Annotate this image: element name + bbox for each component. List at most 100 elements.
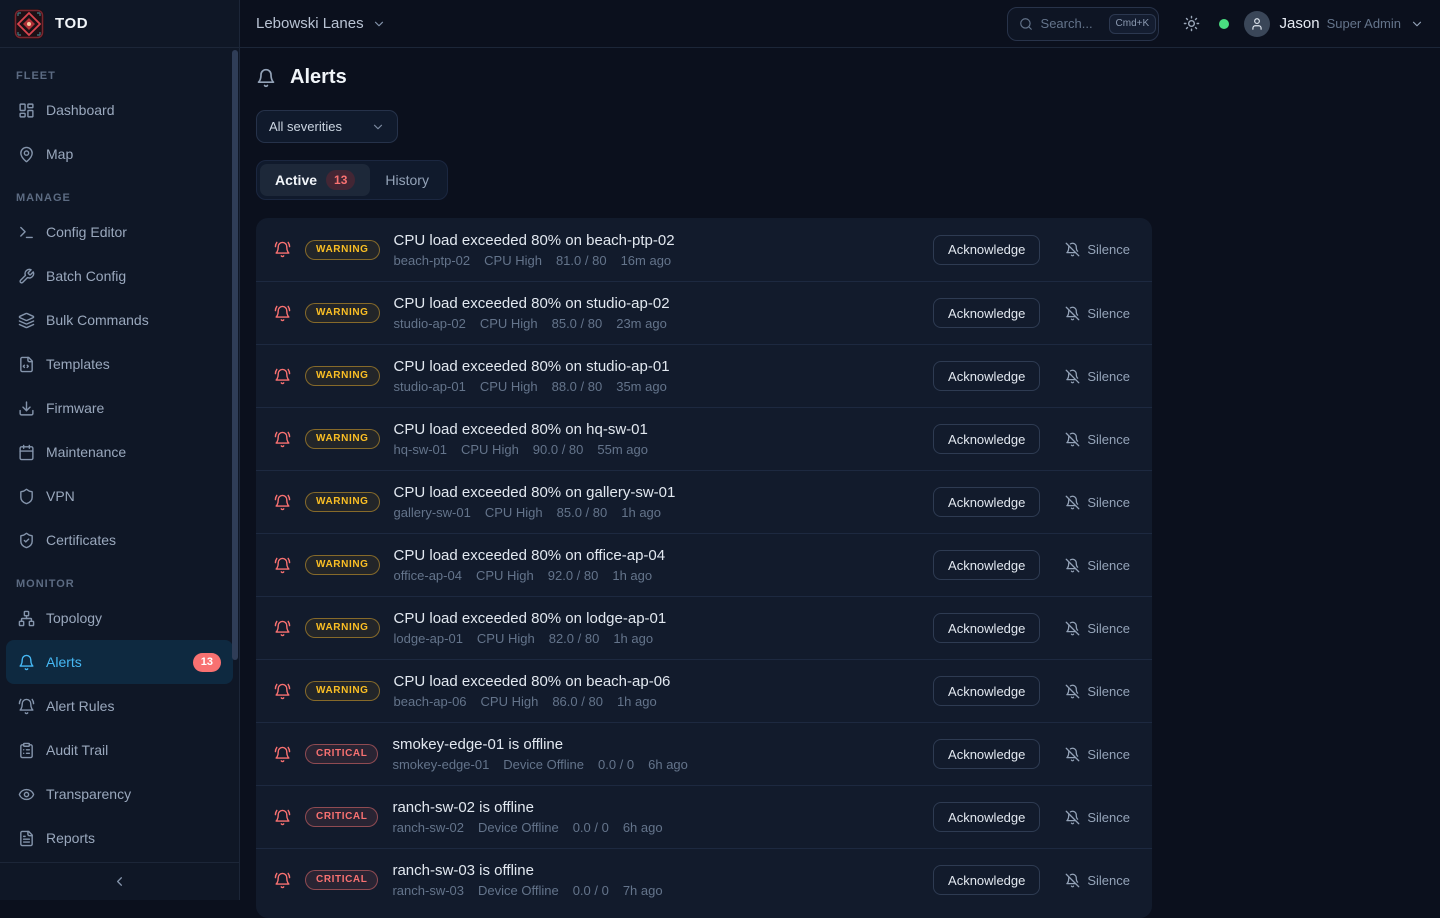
- tab-active-count-badge: 13: [326, 170, 355, 190]
- sidebar-item-reports[interactable]: Reports: [6, 816, 233, 860]
- alert-row: WARNING CPU load exceeded 80% on office-…: [256, 533, 1152, 596]
- bell-ring-icon: [274, 683, 291, 700]
- acknowledge-button[interactable]: Acknowledge: [933, 298, 1040, 328]
- alert-value: 86.0 / 80: [552, 694, 603, 709]
- silence-button[interactable]: Silence: [1059, 428, 1136, 451]
- alert-row: CRITICAL ranch-sw-02 is offline ranch-sw…: [256, 785, 1152, 848]
- acknowledge-button[interactable]: Acknowledge: [933, 550, 1040, 580]
- silence-button[interactable]: Silence: [1059, 680, 1136, 703]
- alerts-tabs: Active 13 History: [256, 160, 448, 200]
- bell-icon: [18, 654, 35, 671]
- alert-time: 1h ago: [621, 505, 661, 520]
- sidebar-item-alert-rules[interactable]: Alert Rules: [6, 684, 233, 728]
- severity-badge: CRITICAL: [305, 744, 378, 764]
- alert-text: ranch-sw-02 is offline ranch-sw-02 Devic…: [392, 799, 662, 835]
- user-avatar[interactable]: [1244, 11, 1270, 37]
- alert-meta: beach-ap-06 CPU High 86.0 / 80 1h ago: [394, 694, 671, 709]
- alert-title: CPU load exceeded 80% on beach-ap-06: [394, 673, 671, 690]
- sidebar-item-templates[interactable]: Templates: [6, 342, 233, 386]
- sidebar-item-label: Map: [46, 146, 73, 162]
- shield-icon: [18, 488, 35, 505]
- acknowledge-button[interactable]: Acknowledge: [933, 424, 1040, 454]
- bell-ring-icon: [274, 241, 291, 258]
- user-name: Jason: [1280, 15, 1320, 32]
- bell-off-icon: [1065, 621, 1080, 636]
- user-menu-chevron-icon[interactable]: [1410, 17, 1424, 31]
- sidebar-item-bulk-commands[interactable]: Bulk Commands: [6, 298, 233, 342]
- calendar-icon: [18, 444, 35, 461]
- acknowledge-button[interactable]: Acknowledge: [933, 676, 1040, 706]
- sidebar-item-config-editor[interactable]: Config Editor: [6, 210, 233, 254]
- silence-button[interactable]: Silence: [1059, 806, 1136, 829]
- acknowledge-button[interactable]: Acknowledge: [933, 739, 1040, 769]
- clipboard-list-icon: [18, 742, 35, 759]
- sidebar-item-transparency[interactable]: Transparency: [6, 772, 233, 816]
- alert-rule: CPU High: [461, 442, 519, 457]
- alert-rule: Device Offline: [503, 757, 584, 772]
- sidebar-item-maintenance[interactable]: Maintenance: [6, 430, 233, 474]
- sidebar-item-certificates[interactable]: Certificates: [6, 518, 233, 562]
- severity-badge: WARNING: [305, 555, 380, 575]
- severity-badge: WARNING: [305, 492, 380, 512]
- acknowledge-button[interactable]: Acknowledge: [933, 487, 1040, 517]
- org-switcher[interactable]: Lebowski Lanes: [256, 15, 386, 32]
- alert-row: WARNING CPU load exceeded 80% on studio-…: [256, 281, 1152, 344]
- alert-time: 1h ago: [617, 694, 657, 709]
- acknowledge-button[interactable]: Acknowledge: [933, 613, 1040, 643]
- tab-history[interactable]: History: [370, 166, 444, 194]
- terminal-icon: [18, 224, 35, 241]
- silence-button[interactable]: Silence: [1059, 743, 1136, 766]
- sidebar-item-alerts[interactable]: Alerts 13: [6, 640, 233, 684]
- alert-meta: studio-ap-02 CPU High 85.0 / 80 23m ago: [394, 316, 670, 331]
- alert-title: CPU load exceeded 80% on lodge-ap-01: [394, 610, 667, 627]
- acknowledge-button[interactable]: Acknowledge: [933, 865, 1040, 895]
- sidebar-item-batch-config[interactable]: Batch Config: [6, 254, 233, 298]
- silence-button[interactable]: Silence: [1059, 238, 1136, 261]
- sidebar-collapse-button[interactable]: [0, 862, 239, 900]
- alert-rule: Device Offline: [478, 820, 559, 835]
- severity-filter-value: All severities: [269, 119, 342, 134]
- alert-row: WARNING CPU load exceeded 80% on studio-…: [256, 344, 1152, 407]
- silence-button[interactable]: Silence: [1059, 365, 1136, 388]
- silence-button[interactable]: Silence: [1059, 554, 1136, 577]
- download-icon: [18, 400, 35, 417]
- severity-badge: WARNING: [305, 618, 380, 638]
- acknowledge-button[interactable]: Acknowledge: [933, 235, 1040, 265]
- alert-title: CPU load exceeded 80% on beach-ptp-02: [394, 232, 675, 249]
- alert-row: WARNING CPU load exceeded 80% on gallery…: [256, 470, 1152, 533]
- alert-rule: CPU High: [480, 316, 538, 331]
- search-input[interactable]: [1041, 16, 1101, 31]
- theme-toggle-sun-icon[interactable]: [1183, 15, 1200, 32]
- silence-button[interactable]: Silence: [1059, 302, 1136, 325]
- alert-device: studio-ap-01: [394, 379, 466, 394]
- sidebar-scrollbar[interactable]: [232, 50, 238, 660]
- nav-section-fleet: FLEET: [16, 70, 223, 82]
- sidebar-item-map[interactable]: Map: [6, 132, 233, 176]
- alert-row: CRITICAL smokey-edge-01 is offline smoke…: [256, 722, 1152, 785]
- tab-active[interactable]: Active 13: [260, 164, 370, 196]
- sidebar-item-topology[interactable]: Topology: [6, 596, 233, 640]
- silence-button[interactable]: Silence: [1059, 869, 1136, 892]
- topbar: Lebowski Lanes Cmd+K Jason Super Admin: [240, 0, 1440, 48]
- global-search[interactable]: Cmd+K: [1007, 7, 1159, 41]
- sidebar-item-vpn[interactable]: VPN: [6, 474, 233, 518]
- alert-meta: office-ap-04 CPU High 92.0 / 80 1h ago: [394, 568, 666, 583]
- sidebar-item-dashboard[interactable]: Dashboard: [6, 88, 233, 132]
- alert-title: CPU load exceeded 80% on gallery-sw-01: [394, 484, 676, 501]
- acknowledge-button[interactable]: Acknowledge: [933, 361, 1040, 391]
- severity-filter-select[interactable]: All severities: [256, 110, 398, 143]
- alert-row: CRITICAL ranch-sw-03 is offline ranch-sw…: [256, 848, 1152, 911]
- connection-status-dot: [1219, 19, 1229, 29]
- alert-actions: Acknowledge Silence: [933, 487, 1136, 517]
- bell-off-icon: [1065, 432, 1080, 447]
- alert-value: 0.0 / 0: [573, 883, 609, 898]
- silence-button[interactable]: Silence: [1059, 491, 1136, 514]
- sidebar-item-audit-trail[interactable]: Audit Trail: [6, 728, 233, 772]
- silence-button[interactable]: Silence: [1059, 617, 1136, 640]
- alert-value: 90.0 / 80: [533, 442, 584, 457]
- silence-label: Silence: [1087, 558, 1130, 573]
- alert-text: CPU load exceeded 80% on gallery-sw-01 g…: [394, 484, 676, 520]
- alert-device: studio-ap-02: [394, 316, 466, 331]
- sidebar-item-firmware[interactable]: Firmware: [6, 386, 233, 430]
- acknowledge-button[interactable]: Acknowledge: [933, 802, 1040, 832]
